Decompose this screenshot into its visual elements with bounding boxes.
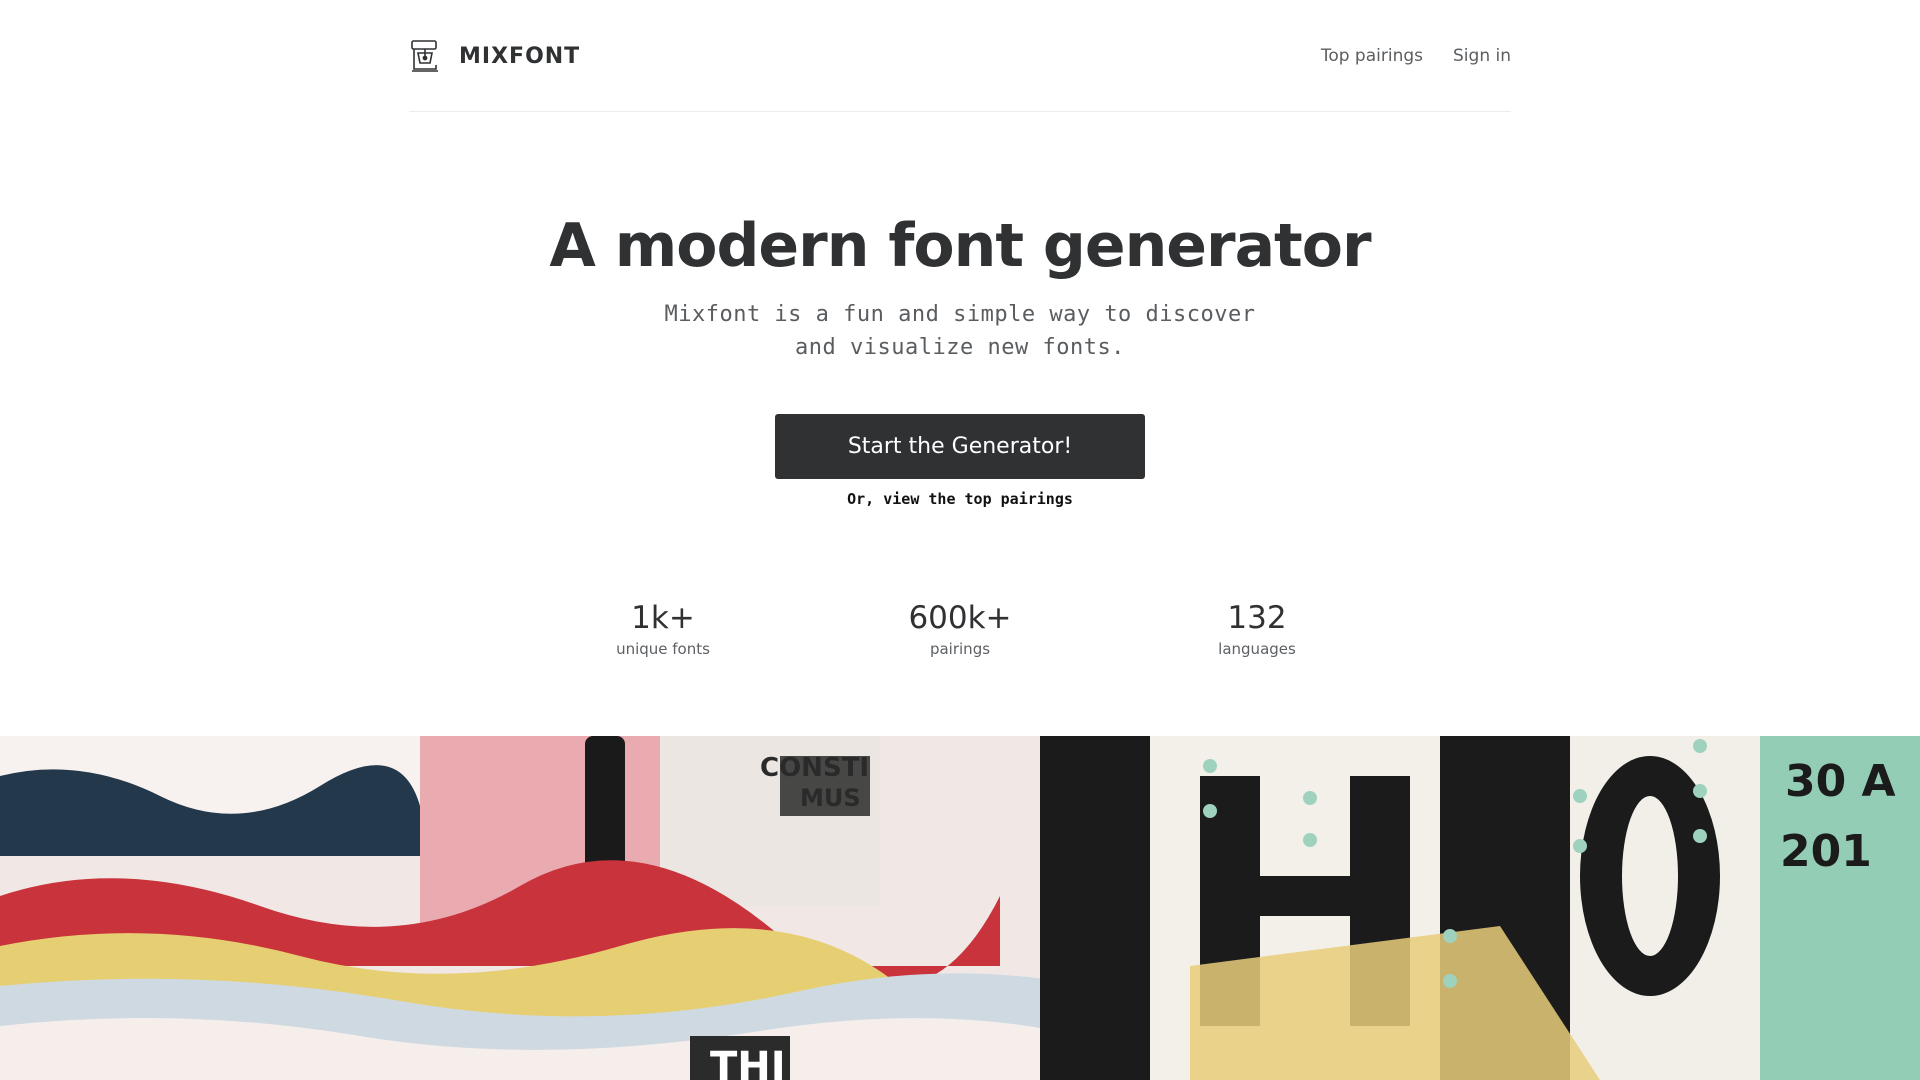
svg-text:30 A: 30 A bbox=[1785, 756, 1896, 807]
hero-subtitle: Mixfont is a fun and simple way to disco… bbox=[660, 298, 1260, 364]
stat-value: 1k+ bbox=[631, 600, 695, 636]
hero-subtitle-line-1: Mixfont is a fun and simple way to disco… bbox=[664, 302, 1256, 327]
stat-languages: 132 languages bbox=[1147, 598, 1367, 658]
view-top-pairings-link[interactable]: Or, view the top pairings bbox=[0, 490, 1920, 508]
nav-sign-in[interactable]: Sign in bbox=[1453, 46, 1511, 66]
brand-logo-link[interactable]: MIXFONT bbox=[409, 38, 580, 74]
page-title: A modern font generator bbox=[549, 211, 1371, 281]
stat-pairings: 600k+ pairings bbox=[850, 598, 1070, 658]
stat-label: unique fonts bbox=[616, 640, 710, 658]
stat-unique-fonts: 1k+ unique fonts bbox=[553, 598, 773, 658]
stat-value: 132 bbox=[1227, 600, 1287, 636]
torn-poster-collage-image: 30 A 201 CONSTI MUS THI bbox=[0, 736, 1920, 1080]
stat-value: 600k+ bbox=[908, 600, 1012, 636]
brand-name: MIXFONT bbox=[459, 43, 581, 69]
stand-mixer-icon bbox=[411, 40, 438, 72]
stat-label: languages bbox=[1218, 640, 1296, 658]
stat-label: pairings bbox=[929, 640, 991, 658]
nav-top-pairings[interactable]: Top pairings bbox=[1321, 46, 1423, 66]
start-generator-button[interactable]: Start the Generator! bbox=[775, 414, 1145, 479]
collage-illustration: 30 A 201 CONSTI MUS THI bbox=[0, 736, 1920, 1080]
hero-subtitle-line-2: and visualize new fonts. bbox=[795, 335, 1125, 360]
svg-text:CONSTI: CONSTI bbox=[760, 753, 869, 783]
svg-text:201: 201 bbox=[1780, 826, 1872, 877]
svg-text:THI: THI bbox=[710, 1044, 786, 1080]
top-nav: Top pairings Sign in bbox=[1321, 46, 1511, 66]
site-header: MIXFONT Top pairings Sign in bbox=[409, 0, 1511, 112]
svg-text:MUS: MUS bbox=[800, 784, 861, 812]
